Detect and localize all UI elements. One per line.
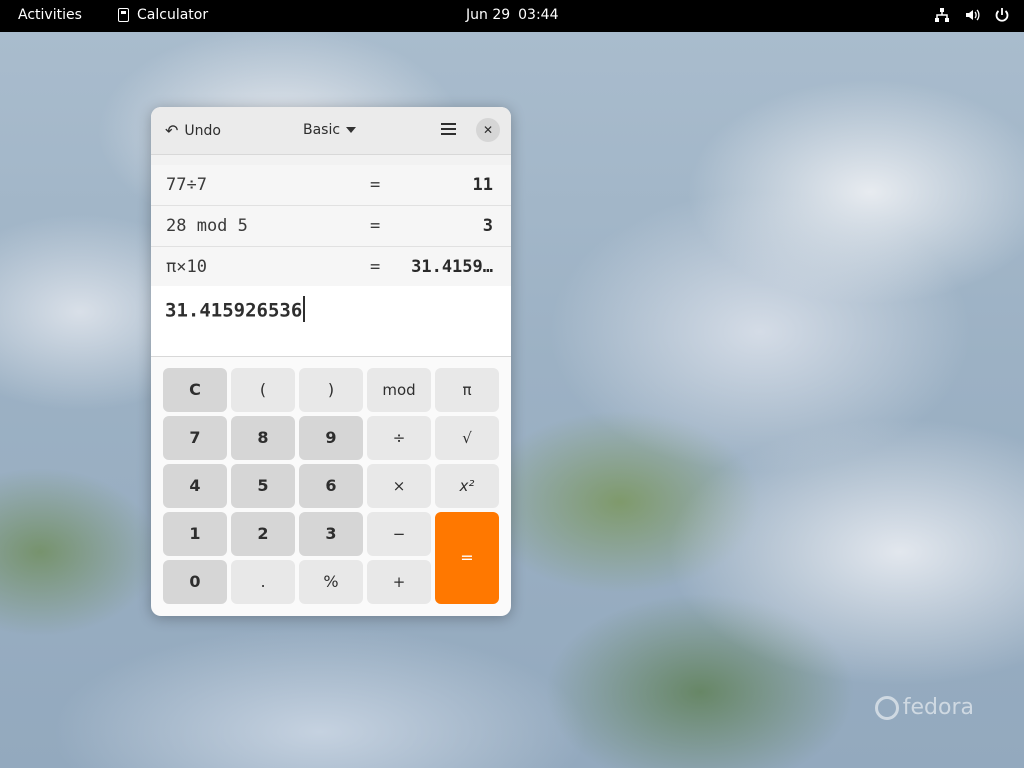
undo-icon: ↶ <box>165 121 179 140</box>
chevron-down-icon <box>346 127 357 133</box>
add-button[interactable]: + <box>367 560 431 604</box>
app-menu-label: Calculator <box>137 7 209 23</box>
history-expression: 28 mod 5 <box>166 216 248 236</box>
digit-0-button[interactable]: 0 <box>163 560 227 604</box>
clock-time: 03:44 <box>518 7 559 23</box>
history-result[interactable]: 31.4159… <box>411 257 493 277</box>
history-equals: = <box>370 175 381 195</box>
digit-4-button[interactable]: 4 <box>163 464 227 508</box>
calculation-entry[interactable]: 31.415926536 <box>151 286 511 357</box>
square-button[interactable]: x² <box>435 464 499 508</box>
calculator-icon <box>118 8 129 22</box>
mode-selector[interactable]: Basic <box>303 122 357 138</box>
digit-1-button[interactable]: 1 <box>163 512 227 556</box>
app-menu-button[interactable]: Calculator <box>118 7 208 23</box>
history-expression: 77÷7 <box>166 175 207 195</box>
divide-button[interactable]: ÷ <box>367 416 431 460</box>
percent-button[interactable]: % <box>299 560 363 604</box>
history-list: 77÷7 = 11 28 mod 5 = 3 π×10 = 31.4159… <box>151 165 511 288</box>
mode-label: Basic <box>303 122 341 138</box>
digit-9-button[interactable]: 9 <box>299 416 363 460</box>
multiply-button[interactable]: × <box>367 464 431 508</box>
digit-6-button[interactable]: 6 <box>299 464 363 508</box>
close-paren-button[interactable]: ) <box>299 368 363 412</box>
digit-2-button[interactable]: 2 <box>231 512 295 556</box>
history-equals: = <box>370 216 381 236</box>
top-bar: Activities Calculator Jun 29 03:44 <box>0 0 1024 32</box>
text-cursor <box>303 296 306 322</box>
network-icon <box>934 7 950 27</box>
power-icon <box>994 7 1010 27</box>
fedora-logo-icon <box>874 695 899 720</box>
open-paren-button[interactable]: ( <box>231 368 295 412</box>
system-tray[interactable] <box>934 7 1010 27</box>
clear-button[interactable]: C <box>163 368 227 412</box>
entry-value: 31.415926536 <box>165 299 303 322</box>
digit-7-button[interactable]: 7 <box>163 416 227 460</box>
history-equals: = <box>370 257 381 277</box>
undo-label: Undo <box>184 122 221 139</box>
header-bar: ↶ Undo Basic ✕ <box>151 107 511 155</box>
fedora-logo: fedora <box>874 695 974 720</box>
pi-button[interactable]: π <box>435 368 499 412</box>
equals-button[interactable]: = <box>435 512 499 604</box>
decimal-point-button[interactable]: . <box>231 560 295 604</box>
activities-button[interactable]: Activities <box>18 7 82 23</box>
history-result[interactable]: 11 <box>473 175 493 195</box>
digit-5-button[interactable]: 5 <box>231 464 295 508</box>
sqrt-button[interactable]: √ <box>435 416 499 460</box>
history-row[interactable]: 77÷7 = 11 <box>151 165 511 206</box>
entry-value-wrap: 31.415926536 <box>165 296 306 324</box>
history-row[interactable]: π×10 = 31.4159… <box>151 247 511 288</box>
clock-date: Jun 29 <box>466 7 511 23</box>
hamburger-menu-icon[interactable] <box>441 123 456 135</box>
history-row[interactable]: 28 mod 5 = 3 <box>151 206 511 247</box>
volume-icon <box>964 7 980 27</box>
close-button[interactable]: ✕ <box>476 118 500 142</box>
digit-3-button[interactable]: 3 <box>299 512 363 556</box>
subtract-button[interactable]: − <box>367 512 431 556</box>
calculator-window: ↶ Undo Basic ✕ 77÷7 = 11 28 mod 5 = 3 π×… <box>151 107 511 616</box>
fedora-logo-text: fedora <box>902 695 974 720</box>
digit-8-button[interactable]: 8 <box>231 416 295 460</box>
keypad: C ( ) mod π 7 8 9 ÷ √ 4 5 6 × x² 1 2 3 −… <box>163 368 499 604</box>
mod-button[interactable]: mod <box>367 368 431 412</box>
history-result[interactable]: 3 <box>483 216 493 236</box>
history-expression: π×10 <box>166 257 207 277</box>
undo-button[interactable]: ↶ Undo <box>165 121 221 140</box>
clock-button[interactable]: Jun 29 03:44 <box>466 7 559 23</box>
